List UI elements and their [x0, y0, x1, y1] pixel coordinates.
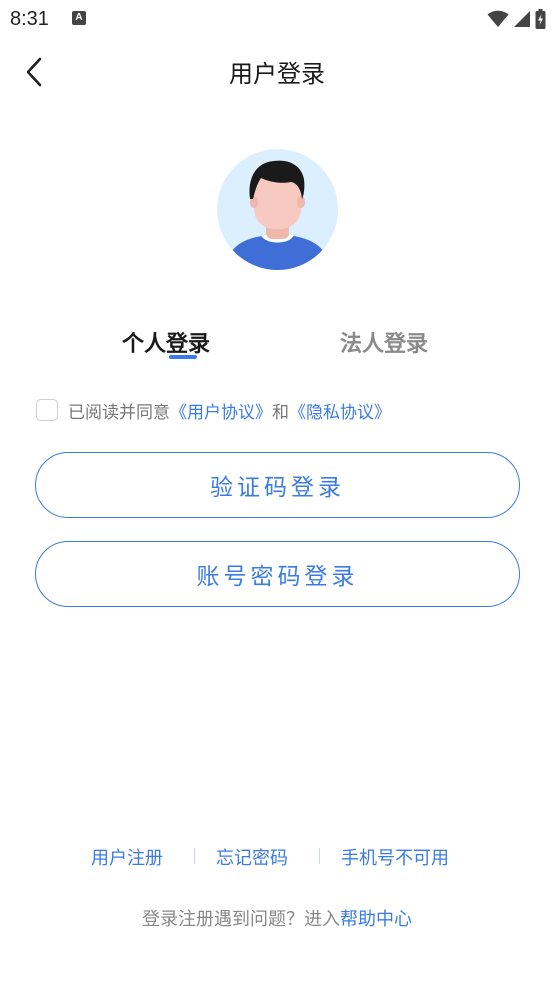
user-agreement-link[interactable]: 《用户协议》 [170, 398, 272, 423]
user-avatar-icon [217, 149, 338, 270]
phone-unavailable-link[interactable]: 手机号不可用 [341, 844, 449, 870]
avatar [217, 149, 338, 270]
tab-legal-login[interactable]: 法人登录 [340, 326, 428, 358]
status-bar: 8:31 A [0, 0, 554, 40]
navigation-bar: 用户登录 [0, 40, 554, 102]
page-title: 用户登录 [229, 60, 325, 88]
agreement-row: 已阅读并同意 《用户协议》 和 《隐私协议》 [36, 396, 391, 424]
help-prefix: 登录注册遇到问题？进入 [142, 909, 340, 930]
status-indicators [487, 8, 546, 30]
forgot-password-link[interactable]: 忘记密码 [216, 844, 288, 870]
wifi-icon [487, 10, 509, 27]
login-type-tabs: 个人登录 法人登录 [0, 326, 554, 366]
status-time: 8:31 [10, 8, 49, 30]
agreement-prefix: 已阅读并同意 [68, 402, 170, 423]
agreement-checkbox[interactable] [36, 399, 58, 421]
agreement-and: 和 [272, 402, 289, 423]
active-tab-indicator [169, 355, 197, 359]
notification-app-icon: A [72, 11, 86, 25]
footer-links: 用户注册 忘记密码 手机号不可用 [0, 844, 554, 872]
register-link[interactable]: 用户注册 [91, 844, 163, 870]
help-center-link[interactable]: 帮助中心 [340, 909, 412, 930]
cellular-signal-icon [514, 11, 530, 27]
privacy-policy-link[interactable]: 《隐私协议》 [289, 398, 391, 423]
tab-legal-label: 法人登录 [340, 332, 429, 357]
footer-divider [319, 848, 320, 864]
footer-divider [194, 848, 195, 864]
sms-code-login-button[interactable]: 验证码登录 [35, 452, 520, 518]
tab-personal-login[interactable]: 个人登录 [122, 326, 211, 359]
password-login-button[interactable]: 账号密码登录 [35, 541, 520, 607]
help-row: 登录注册遇到问题？进入帮助中心 [0, 905, 554, 931]
tab-personal-label: 个人登录 [122, 332, 211, 357]
battery-charging-icon [535, 9, 546, 29]
